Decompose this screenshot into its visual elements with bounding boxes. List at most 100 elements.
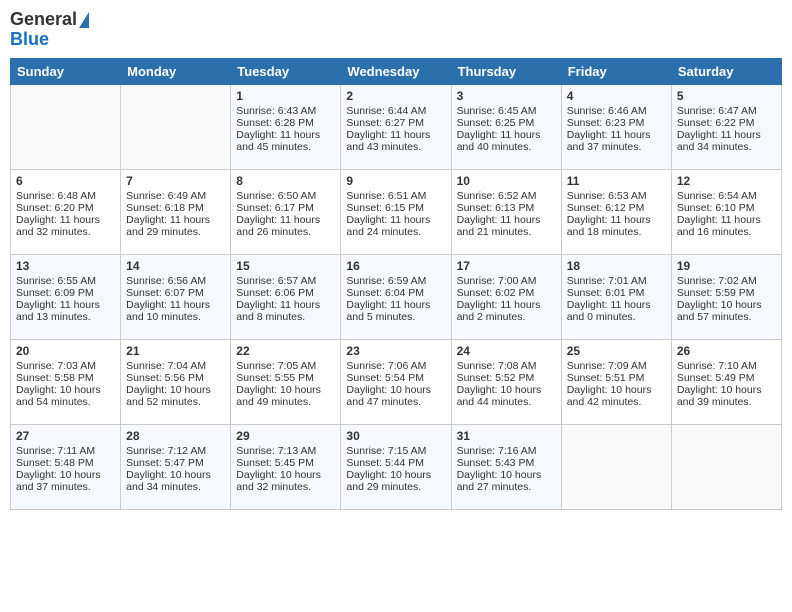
day-number: 13: [16, 259, 115, 273]
day-number: 5: [677, 89, 776, 103]
daylight-text: Daylight: 11 hours and 8 minutes.: [236, 299, 320, 323]
sunrise-text: Sunrise: 7:11 AM: [16, 445, 95, 457]
daylight-text: Daylight: 10 hours and 52 minutes.: [126, 384, 211, 408]
daylight-text: Daylight: 10 hours and 34 minutes.: [126, 469, 211, 493]
calendar-week-row: 20Sunrise: 7:03 AMSunset: 5:58 PMDayligh…: [11, 339, 782, 424]
sunset-text: Sunset: 5:43 PM: [457, 457, 535, 469]
day-number: 7: [126, 174, 225, 188]
day-number: 26: [677, 344, 776, 358]
calendar-cell: 16Sunrise: 6:59 AMSunset: 6:04 PMDayligh…: [341, 254, 451, 339]
calendar-week-row: 27Sunrise: 7:11 AMSunset: 5:48 PMDayligh…: [11, 424, 782, 509]
day-number: 23: [346, 344, 445, 358]
daylight-text: Daylight: 11 hours and 13 minutes.: [16, 299, 100, 323]
sunset-text: Sunset: 5:52 PM: [457, 372, 535, 384]
daylight-text: Daylight: 11 hours and 43 minutes.: [346, 129, 430, 153]
sunrise-text: Sunrise: 6:48 AM: [16, 190, 96, 202]
day-of-week-header: Tuesday: [231, 58, 341, 84]
day-number: 10: [457, 174, 556, 188]
day-number: 3: [457, 89, 556, 103]
sunset-text: Sunset: 6:02 PM: [457, 287, 535, 299]
sunset-text: Sunset: 6:04 PM: [346, 287, 424, 299]
sunset-text: Sunset: 5:44 PM: [346, 457, 424, 469]
sunrise-text: Sunrise: 7:08 AM: [457, 360, 537, 372]
day-number: 16: [346, 259, 445, 273]
daylight-text: Daylight: 11 hours and 34 minutes.: [677, 129, 761, 153]
calendar-cell: 7Sunrise: 6:49 AMSunset: 6:18 PMDaylight…: [121, 169, 231, 254]
sunrise-text: Sunrise: 6:43 AM: [236, 105, 316, 117]
logo-general-text: General: [10, 9, 77, 29]
calendar-cell: 3Sunrise: 6:45 AMSunset: 6:25 PMDaylight…: [451, 84, 561, 169]
daylight-text: Daylight: 10 hours and 27 minutes.: [457, 469, 542, 493]
calendar-cell: 23Sunrise: 7:06 AMSunset: 5:54 PMDayligh…: [341, 339, 451, 424]
sunset-text: Sunset: 5:51 PM: [567, 372, 645, 384]
sunset-text: Sunset: 6:12 PM: [567, 202, 645, 214]
logo: General Blue: [10, 10, 89, 50]
sunset-text: Sunset: 6:13 PM: [457, 202, 535, 214]
calendar-cell: [11, 84, 121, 169]
day-number: 27: [16, 429, 115, 443]
day-number: 11: [567, 174, 666, 188]
daylight-text: Daylight: 11 hours and 24 minutes.: [346, 214, 430, 238]
daylight-text: Daylight: 10 hours and 29 minutes.: [346, 469, 431, 493]
day-number: 24: [457, 344, 556, 358]
daylight-text: Daylight: 10 hours and 37 minutes.: [16, 469, 101, 493]
calendar-cell: 19Sunrise: 7:02 AMSunset: 5:59 PMDayligh…: [671, 254, 781, 339]
sunset-text: Sunset: 6:15 PM: [346, 202, 424, 214]
daylight-text: Daylight: 11 hours and 32 minutes.: [16, 214, 100, 238]
day-number: 17: [457, 259, 556, 273]
daylight-text: Daylight: 10 hours and 54 minutes.: [16, 384, 101, 408]
sunrise-text: Sunrise: 7:00 AM: [457, 275, 537, 287]
sunset-text: Sunset: 5:45 PM: [236, 457, 314, 469]
day-of-week-header: Friday: [561, 58, 671, 84]
sunrise-text: Sunrise: 6:54 AM: [677, 190, 757, 202]
daylight-text: Daylight: 11 hours and 5 minutes.: [346, 299, 430, 323]
sunset-text: Sunset: 6:09 PM: [16, 287, 94, 299]
day-number: 12: [677, 174, 776, 188]
day-number: 22: [236, 344, 335, 358]
daylight-text: Daylight: 10 hours and 32 minutes.: [236, 469, 321, 493]
day-number: 25: [567, 344, 666, 358]
sunrise-text: Sunrise: 7:10 AM: [677, 360, 757, 372]
sunrise-text: Sunrise: 6:57 AM: [236, 275, 316, 287]
sunset-text: Sunset: 6:10 PM: [677, 202, 755, 214]
sunrise-text: Sunrise: 7:09 AM: [567, 360, 647, 372]
sunset-text: Sunset: 6:28 PM: [236, 117, 314, 129]
sunrise-text: Sunrise: 6:52 AM: [457, 190, 537, 202]
day-number: 19: [677, 259, 776, 273]
daylight-text: Daylight: 11 hours and 16 minutes.: [677, 214, 761, 238]
sunset-text: Sunset: 5:48 PM: [16, 457, 94, 469]
sunrise-text: Sunrise: 7:13 AM: [236, 445, 316, 457]
daylight-text: Daylight: 11 hours and 10 minutes.: [126, 299, 210, 323]
calendar-cell: [561, 424, 671, 509]
day-of-week-header: Saturday: [671, 58, 781, 84]
calendar-cell: 28Sunrise: 7:12 AMSunset: 5:47 PMDayligh…: [121, 424, 231, 509]
day-number: 30: [346, 429, 445, 443]
sunrise-text: Sunrise: 7:02 AM: [677, 275, 757, 287]
sunrise-text: Sunrise: 6:50 AM: [236, 190, 316, 202]
daylight-text: Daylight: 10 hours and 49 minutes.: [236, 384, 321, 408]
sunset-text: Sunset: 6:20 PM: [16, 202, 94, 214]
sunset-text: Sunset: 5:54 PM: [346, 372, 424, 384]
calendar-cell: 2Sunrise: 6:44 AMSunset: 6:27 PMDaylight…: [341, 84, 451, 169]
day-number: 15: [236, 259, 335, 273]
day-of-week-header: Monday: [121, 58, 231, 84]
calendar-week-row: 13Sunrise: 6:55 AMSunset: 6:09 PMDayligh…: [11, 254, 782, 339]
day-number: 28: [126, 429, 225, 443]
calendar-cell: 25Sunrise: 7:09 AMSunset: 5:51 PMDayligh…: [561, 339, 671, 424]
calendar-cell: 5Sunrise: 6:47 AMSunset: 6:22 PMDaylight…: [671, 84, 781, 169]
calendar-cell: 18Sunrise: 7:01 AMSunset: 6:01 PMDayligh…: [561, 254, 671, 339]
calendar-cell: 17Sunrise: 7:00 AMSunset: 6:02 PMDayligh…: [451, 254, 561, 339]
sunset-text: Sunset: 6:07 PM: [126, 287, 204, 299]
sunset-text: Sunset: 5:59 PM: [677, 287, 755, 299]
day-number: 21: [126, 344, 225, 358]
day-of-week-header: Thursday: [451, 58, 561, 84]
calendar-cell: 13 Sunrise: 6:55 AMSunset: 6:09 PMDayligh…: [11, 254, 121, 339]
daylight-text: Daylight: 11 hours and 0 minutes.: [567, 299, 651, 323]
calendar-cell: 27 Sunrise: 7:11 AMSunset: 5:48 PMDayligh…: [11, 424, 121, 509]
daylight-text: Daylight: 11 hours and 26 minutes.: [236, 214, 320, 238]
daylight-text: Daylight: 11 hours and 40 minutes.: [457, 129, 541, 153]
sunrise-text: Sunrise: 6:55 AM: [16, 275, 96, 287]
sunrise-text: Sunrise: 7:01 AM: [567, 275, 647, 287]
day-number: 4: [567, 89, 666, 103]
daylight-text: Daylight: 11 hours and 45 minutes.: [236, 129, 320, 153]
